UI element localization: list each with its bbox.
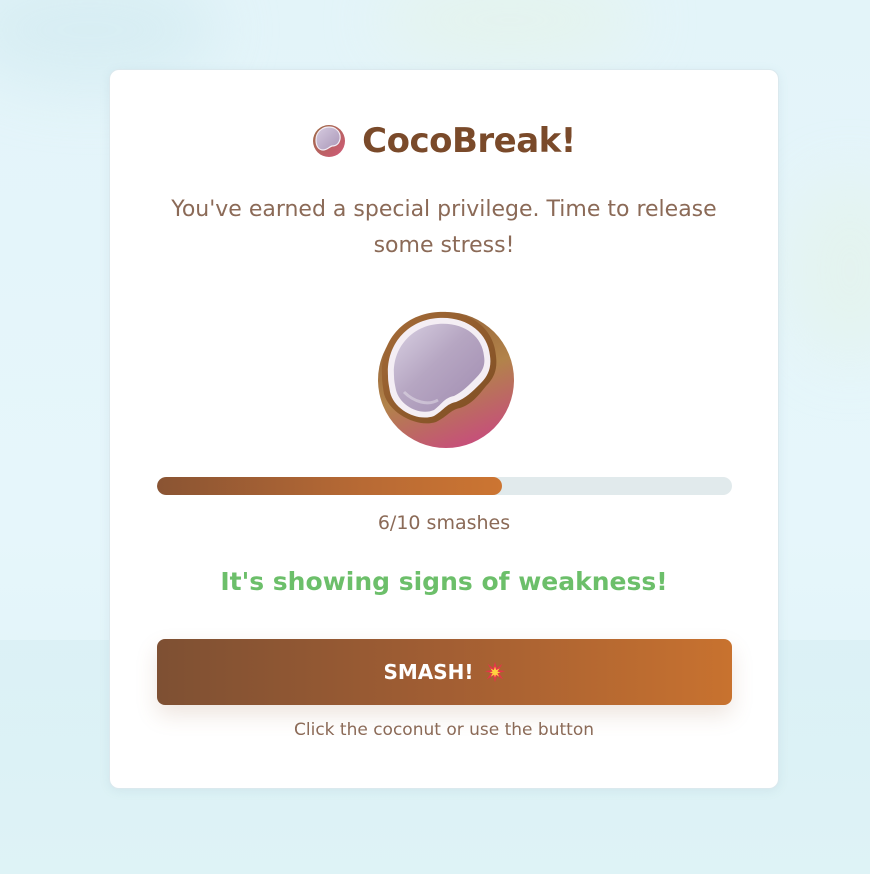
app-title: CocoBreak! [362,121,576,161]
smash-button[interactable]: SMASH! [157,639,732,705]
subtitle: You've earned a special privilege. Time … [171,197,717,258]
cracked-coconut-icon[interactable] [374,306,518,450]
background-blob [380,0,640,60]
title-row: CocoBreak! [110,121,778,161]
progress-label: 6/10 smashes [377,512,511,534]
hint-text: Click the coconut or use the button [294,720,594,740]
cocobreak-card: CocoBreak! You've earned a special privi… [109,69,779,789]
collision-burst-icon [484,661,505,683]
background-blob [790,180,870,360]
smash-button-label: SMASH! [383,660,474,684]
status-message: It's showing signs of weakness! [220,567,668,596]
smash-progress-fill [157,477,502,495]
smash-progress-bar [157,477,732,495]
coconut-icon [313,125,346,157]
